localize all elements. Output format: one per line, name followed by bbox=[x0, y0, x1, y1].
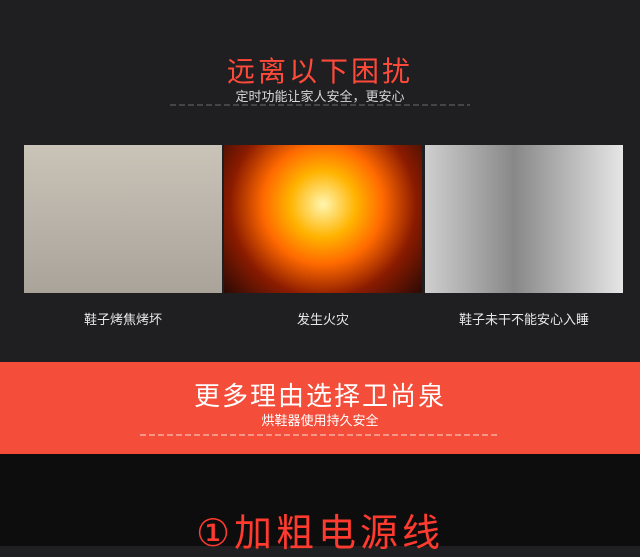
photo-worried-woman bbox=[425, 145, 623, 293]
top-section: 远离以下困扰 定时功能让家人安全，更安心 鞋子烤焦烤坏 发生火灾 鞋子未干不能安… bbox=[0, 0, 640, 362]
reason-band: 更多理由选择卫尚泉 烘鞋器使用持久安全 bbox=[0, 362, 640, 454]
band-title: 更多理由选择卫尚泉 bbox=[193, 382, 446, 412]
bottom-section: ①加粗电源线 bbox=[0, 454, 640, 555]
caption-fire: 发生火灾 bbox=[296, 313, 349, 328]
feature-title: ①加粗电源线 bbox=[195, 511, 445, 555]
band-subtitle: 烘鞋器使用持久安全 bbox=[261, 414, 379, 429]
caption-burnt-shoes: 鞋子烤焦烤坏 bbox=[83, 313, 162, 328]
photo-house-fire bbox=[224, 145, 422, 293]
decorative-fine-line bbox=[170, 104, 470, 106]
section-subtitle: 定时功能让家人安全，更安心 bbox=[235, 90, 405, 105]
caption-worried: 鞋子未干不能安心入睡 bbox=[458, 313, 589, 328]
decorative-fine-line bbox=[140, 434, 500, 436]
section-title: 远离以下困扰 bbox=[226, 55, 413, 88]
photo-burnt-shoes bbox=[24, 145, 222, 293]
